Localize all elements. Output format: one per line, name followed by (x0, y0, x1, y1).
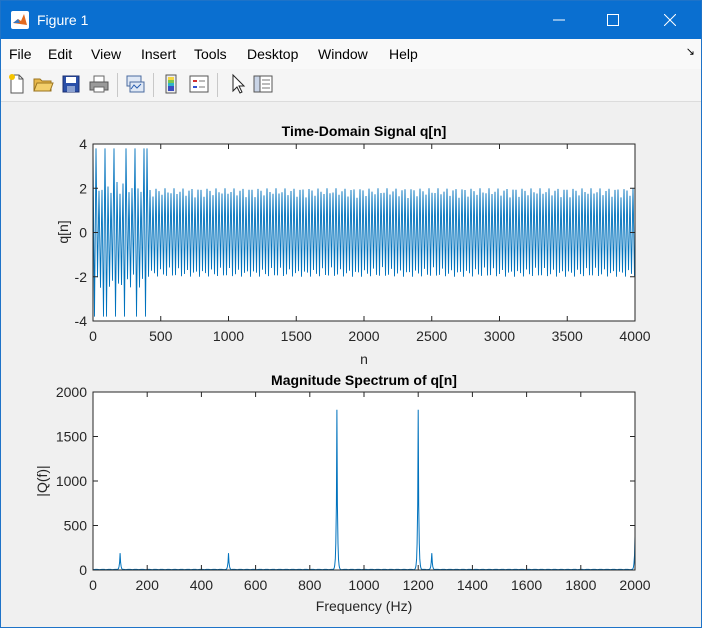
x-tick-label: 2500 (416, 328, 447, 344)
spectrum-axes[interactable]: Magnitude Spectrum of q[n] 0 200 400 600 800… (34, 372, 651, 614)
x-tick-label: 4000 (619, 328, 650, 344)
toolbar-separator (117, 73, 118, 97)
close-icon (664, 14, 676, 26)
y-tick-label: -2 (75, 269, 88, 285)
x-tick-label: 400 (190, 577, 214, 593)
matlab-logo-icon (11, 11, 29, 29)
colorbar-icon[interactable] (159, 72, 183, 96)
toolbar-separator (217, 73, 218, 97)
figure-canvas: Time-Domain Signal q[n] 0 500 1000 1500 2000… (1, 102, 701, 627)
toolbar-separator (153, 73, 154, 97)
x-tick-label: 1500 (281, 328, 312, 344)
link-plot-icon[interactable] (123, 72, 147, 96)
menu-desktop[interactable]: Desktop (247, 46, 298, 62)
y-tick-label: 1500 (56, 429, 87, 445)
y-tick-label: 500 (64, 518, 88, 534)
close-button[interactable] (644, 1, 696, 39)
y-tick-label: 0 (79, 562, 87, 578)
axes2-ylabel: |Q(f)| (34, 465, 50, 496)
x-tick-label: 500 (149, 328, 173, 344)
print-icon[interactable] (87, 72, 111, 96)
x-tick-label: 1400 (457, 577, 488, 593)
x-tick-label: 1800 (565, 577, 596, 593)
dock-arrow-icon[interactable]: ↘ (686, 45, 695, 58)
axes2-background (93, 392, 635, 570)
save-icon[interactable] (59, 72, 83, 96)
new-figure-icon[interactable] (5, 72, 29, 96)
axes1-ylabel: q[n] (55, 220, 71, 243)
x-tick-label: 3000 (484, 328, 515, 344)
x-tick-label: 0 (89, 328, 97, 344)
y-tick-label: 1000 (56, 473, 87, 489)
figure-window: Figure 1 File Edit View Insert Tools Des… (0, 0, 702, 628)
x-tick-label: 1200 (403, 577, 434, 593)
x-tick-label: 0 (89, 577, 97, 593)
plots-svg: Time-Domain Signal q[n] 0 500 1000 1500 2000… (34, 123, 651, 614)
window-title: Figure 1 (37, 12, 89, 28)
title-bar[interactable]: Figure 1 (1, 1, 701, 39)
axes2-title: Magnitude Spectrum of q[n] (271, 372, 457, 388)
x-tick-label: 1000 (348, 577, 379, 593)
menu-help[interactable]: Help (389, 46, 418, 62)
legend-icon[interactable] (187, 72, 211, 96)
x-tick-label: 2000 (619, 577, 650, 593)
menu-bar: File Edit View Insert Tools Desktop Wind… (1, 39, 701, 69)
x-tick-label: 1000 (213, 328, 244, 344)
y-tick-label: 4 (79, 136, 87, 152)
time-domain-axes[interactable]: Time-Domain Signal q[n] 0 500 1000 1500 2000… (55, 123, 651, 367)
menu-file[interactable]: File (9, 46, 32, 62)
minimize-button[interactable] (533, 1, 585, 39)
axes1-title: Time-Domain Signal q[n] (282, 123, 447, 139)
figure-toolbar (1, 69, 701, 102)
x-tick-label: 3500 (552, 328, 583, 344)
y-tick-label: -4 (75, 313, 88, 329)
y-tick-label: 2 (79, 180, 87, 196)
x-tick-label: 800 (298, 577, 322, 593)
axes2-xlabel: Frequency (Hz) (316, 598, 412, 614)
maximize-icon (607, 14, 619, 26)
property-inspector-icon[interactable] (251, 72, 275, 96)
open-file-icon[interactable] (31, 72, 55, 96)
axes1-xlabel: n (360, 351, 368, 367)
menu-window[interactable]: Window (318, 46, 368, 62)
menu-edit[interactable]: Edit (48, 46, 72, 62)
x-tick-label: 600 (244, 577, 268, 593)
x-tick-label: 2000 (348, 328, 379, 344)
x-tick-label: 1600 (511, 577, 542, 593)
x-tick-label: 200 (136, 577, 160, 593)
maximize-button[interactable] (587, 1, 639, 39)
minimize-icon (553, 19, 565, 21)
menu-view[interactable]: View (91, 46, 121, 62)
y-tick-label: 0 (79, 225, 87, 241)
menu-insert[interactable]: Insert (141, 46, 176, 62)
menu-tools[interactable]: Tools (194, 46, 227, 62)
pointer-icon[interactable] (225, 72, 249, 96)
y-tick-label: 2000 (56, 384, 87, 400)
